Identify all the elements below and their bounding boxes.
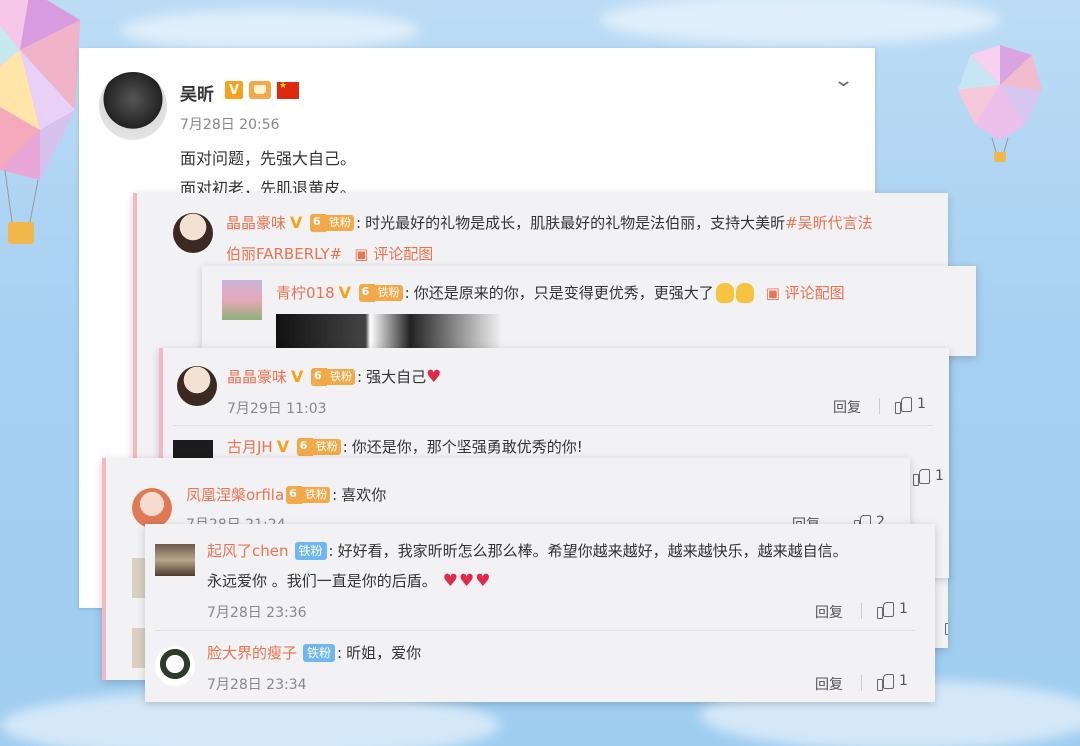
comment-screenshot-card: 青柠018 V 铁粉 : 你还是原来的你，只是变得更优秀，更强大了 ▣ 评论配图	[202, 266, 976, 356]
comment-image-link[interactable]: ▣ 评论配图	[354, 243, 433, 264]
comment-text: 永远爱你 。我们一直是你的后盾。	[207, 572, 437, 590]
comment-line: 青柠018 V 铁粉 : 你还是原来的你，只是变得更优秀，更强大了 ▣ 评论配图	[276, 282, 845, 303]
author-name[interactable]: 吴昕	[180, 80, 214, 105]
cloud	[120, 10, 420, 50]
comment-image-link[interactable]: ▣ 评论配图	[766, 282, 845, 303]
comment-line: 晶晶豪味 V 铁粉 : 时光最好的礼物是成长，肌肤最好的礼物是法伯丽，支持大美昕…	[226, 212, 873, 233]
thumbs-up-icon	[877, 601, 894, 619]
separator	[861, 603, 862, 619]
commenter-avatar[interactable]	[155, 544, 195, 576]
like-button[interactable]: 1	[895, 396, 926, 414]
comment-text: 强大自己	[366, 368, 427, 386]
commenter-name[interactable]: 晶晶豪味	[227, 366, 287, 387]
like-button[interactable]: 1	[877, 673, 908, 691]
heart-emoji: ♥♥♥	[442, 570, 492, 591]
chevron-down-icon[interactable]: ⌄	[833, 70, 854, 91]
comment-line: 起风了chen 铁粉 : 好好看，我家昕昕怎么那么棒。希望你越来越好，越来越快乐…	[207, 540, 848, 561]
commenter-avatar[interactable]	[177, 366, 217, 406]
fan-badge: 铁粉	[286, 485, 331, 504]
comment-time: 7月28日 23:34	[207, 677, 307, 693]
post-line: 面对问题，先强大自己。	[180, 149, 357, 168]
reply-button[interactable]: 回复	[815, 674, 843, 694]
comment-text: 你还是你，那个坚强勇敢优秀的你!	[351, 438, 583, 456]
reply-button[interactable]: 回复	[833, 397, 861, 417]
verified-v-icon: V	[276, 437, 290, 456]
cloud	[600, 0, 1000, 45]
commenter-name[interactable]: 起风了chen	[207, 540, 289, 561]
like-count[interactable]: 6	[945, 617, 948, 635]
post-time[interactable]: 7月28日 20:56	[180, 114, 280, 134]
thumbs-up-icon	[895, 396, 912, 414]
crown-icon	[249, 81, 271, 99]
comment-line: 永远爱你 。我们一直是你的后盾。 ♥♥♥	[207, 570, 492, 591]
comment-line: 伯丽FARBERLY# ▣ 评论配图	[226, 243, 433, 264]
commenter-name[interactable]: 凤凰涅槃orfila	[186, 484, 284, 505]
comment-line: 晶晶豪味 V 铁粉 : 强大自己 ♥	[227, 366, 442, 387]
victory-hand-emoji	[715, 282, 734, 303]
commenter-avatar[interactable]	[155, 646, 195, 686]
like-button[interactable]: 1	[913, 468, 944, 486]
fan-badge: 铁粉	[296, 437, 341, 456]
separator	[861, 675, 862, 691]
separator	[879, 398, 880, 414]
author-avatar[interactable]	[99, 72, 167, 140]
divider	[155, 630, 915, 631]
like-button[interactable]: 1	[877, 601, 908, 619]
fan-badge: 铁粉	[310, 213, 355, 232]
comment-text: 喜欢你	[341, 486, 387, 504]
commenter-name[interactable]: 晶晶豪味	[226, 212, 286, 233]
fan-badge: 铁粉	[294, 541, 327, 560]
victory-hand-emoji	[735, 282, 754, 303]
comment-text: 时光最好的礼物是成长，肌肤最好的礼物是法伯丽，支持大美昕	[365, 214, 786, 232]
commenter-avatar[interactable]	[222, 280, 262, 320]
author-badges: V	[225, 81, 299, 99]
verified-v-icon: V	[338, 283, 352, 302]
comment-screenshot-card: 起风了chen 铁粉 : 好好看，我家昕昕怎么那么棒。希望你越来越好，越来越快乐…	[145, 524, 935, 702]
comment-line: 脸大界的瘦子 铁粉 : 昕姐，爱你	[207, 642, 422, 663]
heart-emoji: ♥	[426, 366, 443, 387]
fan-badge: 铁粉	[358, 283, 403, 302]
thumbs-up-icon	[877, 673, 894, 691]
commenter-name[interactable]: 青柠018	[276, 282, 335, 303]
comment-time: 7月28日 23:36	[207, 605, 307, 621]
verified-v-icon: V	[225, 81, 243, 99]
commenter-avatar[interactable]	[132, 488, 172, 528]
comment-text: 好好看，我家昕昕怎么那么棒。希望你越来越好，越来越快乐，越来越自信。	[337, 542, 848, 560]
fan-badge: 铁粉	[311, 367, 356, 386]
verified-v-icon: V	[290, 213, 303, 232]
comment-time: 7月29日 11:03	[227, 401, 327, 417]
divider	[173, 425, 933, 426]
verified-v-icon: V	[291, 367, 304, 386]
thumbs-up-icon	[913, 468, 930, 486]
reply-button[interactable]: 回复	[815, 602, 843, 622]
comment-text: 昕姐，爱你	[346, 644, 422, 662]
fan-badge: 铁粉	[303, 643, 336, 662]
hashtag-link[interactable]: #吴昕代言法	[785, 212, 873, 233]
hashtag-link[interactable]: 伯丽FARBERLY#	[226, 243, 342, 264]
commenter-name[interactable]: 脸大界的瘦子	[207, 642, 297, 663]
comment-line: 凤凰涅槃orfila 铁粉 : 喜欢你	[186, 484, 386, 505]
comment-line: 古月JH V 铁粉 : 你还是你，那个坚强勇敢优秀的你!	[227, 436, 583, 457]
comment-text: 你还是原来的你，只是变得更优秀，更强大了	[413, 284, 714, 302]
china-flag-icon	[277, 81, 299, 99]
commenter-name[interactable]: 古月JH	[227, 436, 273, 457]
hot-air-balloon-icon	[958, 45, 1042, 162]
commenter-avatar[interactable]	[173, 213, 213, 253]
